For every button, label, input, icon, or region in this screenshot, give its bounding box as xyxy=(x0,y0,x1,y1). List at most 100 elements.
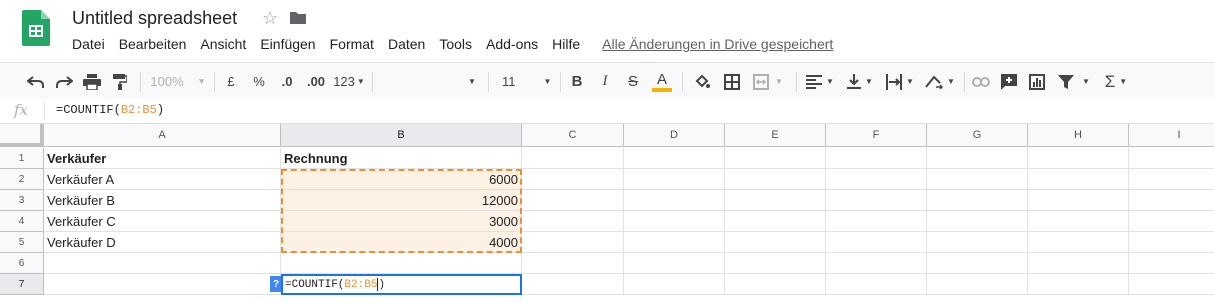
cell-d1[interactable] xyxy=(624,148,725,169)
cell-g5[interactable] xyxy=(927,232,1028,253)
cell-f1[interactable] xyxy=(826,148,927,169)
cell-b2[interactable]: 6000 xyxy=(281,169,522,190)
cell-d5[interactable] xyxy=(624,232,725,253)
print-button[interactable] xyxy=(80,63,104,100)
column-header-a[interactable]: A xyxy=(44,124,281,147)
cell-g7[interactable] xyxy=(927,274,1028,295)
menu-daten[interactable]: Daten xyxy=(388,36,425,52)
cell-g3[interactable] xyxy=(927,190,1028,211)
row-header-1[interactable]: 1 xyxy=(0,148,44,169)
column-header-i[interactable]: I xyxy=(1129,124,1214,147)
sheets-logo-icon[interactable] xyxy=(22,10,50,46)
row-header-7[interactable]: 7 xyxy=(0,274,44,295)
insert-chart-button[interactable] xyxy=(1026,63,1048,100)
column-header-d[interactable]: D xyxy=(624,124,725,147)
cell-i5[interactable] xyxy=(1129,232,1214,253)
cell-g6[interactable] xyxy=(927,253,1028,274)
text-color-button[interactable]: A xyxy=(650,63,674,100)
cell-e2[interactable] xyxy=(725,169,826,190)
insert-link-button[interactable] xyxy=(970,63,992,100)
menu-ansicht[interactable]: Ansicht xyxy=(200,36,246,52)
menu-einfuegen[interactable]: Einfügen xyxy=(260,36,315,52)
cell-d7[interactable] xyxy=(624,274,725,295)
column-header-c[interactable]: C xyxy=(522,124,624,147)
italic-button[interactable]: I xyxy=(594,63,616,100)
font-family-select[interactable]: ▼ xyxy=(378,63,482,100)
cell-c4[interactable] xyxy=(522,211,624,232)
cell-h4[interactable] xyxy=(1028,211,1129,232)
cell-e1[interactable] xyxy=(725,148,826,169)
row-header-2[interactable]: 2 xyxy=(0,169,44,190)
cell-h2[interactable] xyxy=(1028,169,1129,190)
cell-f4[interactable] xyxy=(826,211,927,232)
cell-f3[interactable] xyxy=(826,190,927,211)
document-title[interactable]: Untitled spreadsheet xyxy=(72,8,237,29)
cell-a2[interactable]: Verkäufer A xyxy=(44,169,281,190)
cell-a1[interactable]: Verkäufer xyxy=(44,148,281,169)
text-wrap-button[interactable]: ▼ xyxy=(882,63,918,100)
currency-format-button[interactable]: £ xyxy=(220,63,242,100)
cell-f2[interactable] xyxy=(826,169,927,190)
cell-h5[interactable] xyxy=(1028,232,1129,253)
insert-comment-button[interactable] xyxy=(998,63,1020,100)
cell-c2[interactable] xyxy=(522,169,624,190)
menu-add-ons[interactable]: Add-ons xyxy=(486,36,538,52)
cell-b6[interactable] xyxy=(281,253,522,274)
horizontal-align-button[interactable]: ▼ xyxy=(802,63,838,100)
menu-bearbeiten[interactable]: Bearbeiten xyxy=(119,36,187,52)
cell-h6[interactable] xyxy=(1028,253,1129,274)
strikethrough-button[interactable]: S xyxy=(622,63,644,100)
percent-format-button[interactable]: % xyxy=(248,63,270,100)
cell-i1[interactable] xyxy=(1129,148,1214,169)
cell-a3[interactable]: Verkäufer B xyxy=(44,190,281,211)
undo-button[interactable] xyxy=(24,63,48,100)
merge-cells-button[interactable]: ▼ xyxy=(748,63,788,100)
cell-e3[interactable] xyxy=(725,190,826,211)
folder-icon[interactable] xyxy=(290,11,306,24)
bold-button[interactable]: B xyxy=(566,63,588,100)
cell-e7[interactable] xyxy=(725,274,826,295)
row-header-4[interactable]: 4 xyxy=(0,211,44,232)
cell-c3[interactable] xyxy=(522,190,624,211)
formula-input[interactable]: =COUNTIF(B2:B5) xyxy=(56,103,164,117)
functions-button[interactable]: Σ ▼ xyxy=(1098,63,1134,100)
spreadsheet-grid[interactable]: A B C D E F G H I 1 Verkäufer Rechnung 2 Verkäufer A6… xyxy=(0,124,1214,302)
menu-datei[interactable]: Datei xyxy=(72,36,105,52)
cell-a6[interactable] xyxy=(44,253,281,274)
zoom-select[interactable]: 100% ▼ xyxy=(148,63,208,100)
row-header-5[interactable]: 5 xyxy=(0,232,44,253)
increase-decimals-button[interactable]: .00 xyxy=(302,63,330,100)
select-all-corner[interactable] xyxy=(0,124,44,147)
cell-editor-b7[interactable]: =COUNTIF(B2:B5) xyxy=(281,274,522,295)
paint-format-button[interactable] xyxy=(108,63,132,100)
column-header-h[interactable]: H xyxy=(1028,124,1129,147)
cell-f6[interactable] xyxy=(826,253,927,274)
cell-c6[interactable] xyxy=(522,253,624,274)
cell-d2[interactable] xyxy=(624,169,725,190)
borders-button[interactable] xyxy=(720,63,744,100)
cell-f7[interactable] xyxy=(826,274,927,295)
decrease-decimals-button[interactable]: .0 xyxy=(274,63,300,100)
cell-f5[interactable] xyxy=(826,232,927,253)
cell-a5[interactable]: Verkäufer D xyxy=(44,232,281,253)
cell-b5[interactable]: 4000 xyxy=(281,232,522,253)
cell-d4[interactable] xyxy=(624,211,725,232)
row-header-6[interactable]: 6 xyxy=(0,253,44,274)
star-icon[interactable]: ☆ xyxy=(262,8,278,29)
column-header-g[interactable]: G xyxy=(927,124,1028,147)
number-format-button[interactable]: 123 ▼ xyxy=(332,63,366,100)
cell-a7[interactable] xyxy=(44,274,281,295)
text-rotation-button[interactable]: ▼ xyxy=(922,63,958,100)
cell-b1[interactable]: Rechnung xyxy=(281,148,522,169)
cell-d3[interactable] xyxy=(624,190,725,211)
cell-c1[interactable] xyxy=(522,148,624,169)
column-header-e[interactable]: E xyxy=(725,124,826,147)
cell-h7[interactable] xyxy=(1028,274,1129,295)
cell-d6[interactable] xyxy=(624,253,725,274)
cell-i2[interactable] xyxy=(1129,169,1214,190)
cell-h1[interactable] xyxy=(1028,148,1129,169)
cell-i7[interactable] xyxy=(1129,274,1214,295)
cell-e4[interactable] xyxy=(725,211,826,232)
cell-c5[interactable] xyxy=(522,232,624,253)
cell-g4[interactable] xyxy=(927,211,1028,232)
